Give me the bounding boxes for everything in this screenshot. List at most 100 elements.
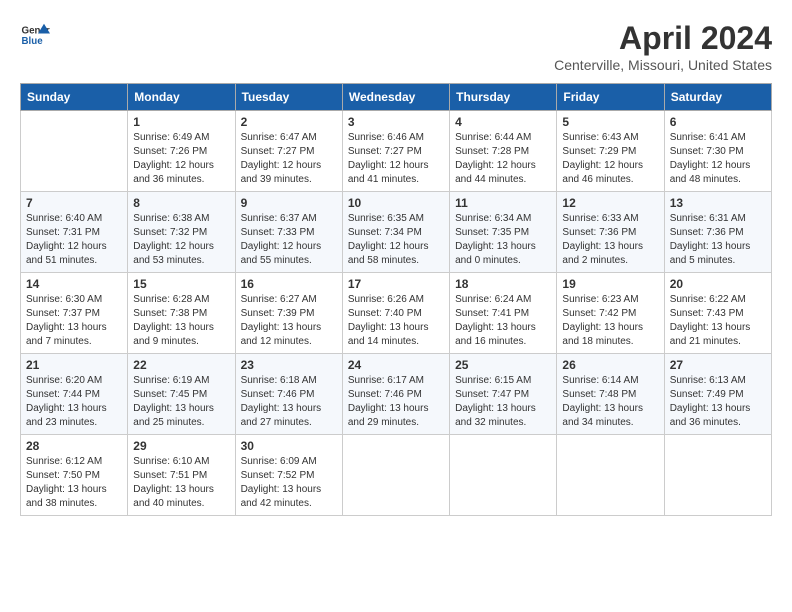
day-number: 17 (348, 277, 444, 291)
day-info: Sunrise: 6:40 AMSunset: 7:31 PMDaylight:… (26, 212, 122, 268)
day-info: Sunrise: 6:49 AMSunset: 7:26 PMDaylight:… (133, 131, 229, 187)
calendar-cell (342, 435, 449, 516)
location-label: Centerville, Missouri, United States (554, 57, 772, 73)
title-block: April 2024 Centerville, Missouri, United… (554, 20, 772, 73)
day-number: 8 (133, 196, 229, 210)
day-info: Sunrise: 6:18 AMSunset: 7:46 PMDaylight:… (241, 374, 337, 430)
day-number: 16 (241, 277, 337, 291)
day-info: Sunrise: 6:20 AMSunset: 7:44 PMDaylight:… (26, 374, 122, 430)
calendar-table: SundayMondayTuesdayWednesdayThursdayFrid… (20, 83, 772, 516)
calendar-cell: 9Sunrise: 6:37 AMSunset: 7:33 PMDaylight… (235, 192, 342, 273)
day-info: Sunrise: 6:41 AMSunset: 7:30 PMDaylight:… (670, 131, 766, 187)
day-number: 10 (348, 196, 444, 210)
calendar-cell: 19 Sunrise: 6:23 AMSunset: 7:42 PMDayligh… (557, 273, 664, 354)
day-number: 6 (670, 115, 766, 129)
calendar-cell: 26 Sunrise: 6:14 AMSunset: 7:48 PMDayligh… (557, 354, 664, 435)
calendar-cell: 8 Sunrise: 6:38 AMSunset: 7:32 PMDaylight… (128, 192, 235, 273)
day-number: 29 (133, 439, 229, 453)
day-info: Sunrise: 6:34 AMSunset: 7:35 PMDaylight:… (455, 212, 551, 268)
day-info: Sunrise: 6:13 AMSunset: 7:49 PMDaylight:… (670, 374, 766, 430)
calendar-cell: 7 Sunrise: 6:40 AMSunset: 7:31 PMDaylight… (21, 192, 128, 273)
weekday-header: Thursday (450, 84, 557, 111)
calendar-cell (21, 111, 128, 192)
day-number: 23 (241, 358, 337, 372)
day-info: Sunrise: 6:22 AMSunset: 7:43 PMDaylight:… (670, 293, 766, 349)
calendar-cell: 18 Sunrise: 6:24 AMSunset: 7:41 PMDayligh… (450, 273, 557, 354)
weekday-header: Monday (128, 84, 235, 111)
day-number: 24 (348, 358, 444, 372)
day-number: 12 (562, 196, 658, 210)
day-number: 25 (455, 358, 551, 372)
weekday-header-row: SundayMondayTuesdayWednesdayThursdayFrid… (21, 84, 772, 111)
day-number: 15 (133, 277, 229, 291)
calendar-week-row: 14Sunrise: 6:30 AMSunset: 7:37 PMDayligh… (21, 273, 772, 354)
calendar-cell: 27 Sunrise: 6:13 AMSunset: 7:49 PMDayligh… (664, 354, 771, 435)
calendar-cell: 16 Sunrise: 6:27 AMSunset: 7:39 PMDayligh… (235, 273, 342, 354)
day-info: Sunrise: 6:24 AMSunset: 7:41 PMDaylight:… (455, 293, 551, 349)
calendar-cell: 5 Sunrise: 6:43 AMSunset: 7:29 PMDaylight… (557, 111, 664, 192)
page-header: GeneralBlue April 2024 Centerville, Miss… (20, 20, 772, 73)
day-number: 2 (241, 115, 337, 129)
weekday-header: Wednesday (342, 84, 449, 111)
weekday-header: Friday (557, 84, 664, 111)
month-title: April 2024 (554, 20, 772, 57)
day-info: Sunrise: 6:33 AMSunset: 7:36 PMDaylight:… (562, 212, 658, 268)
day-number: 28 (26, 439, 122, 453)
calendar-cell: 15Sunrise: 6:28 AMSunset: 7:38 PMDayligh… (128, 273, 235, 354)
calendar-cell (450, 435, 557, 516)
day-info: Sunrise: 6:26 AMSunset: 7:40 PMDaylight:… (348, 293, 444, 349)
day-number: 30 (241, 439, 337, 453)
day-number: 19 (562, 277, 658, 291)
calendar-week-row: 7 Sunrise: 6:40 AMSunset: 7:31 PMDaylight… (21, 192, 772, 273)
calendar-cell: 2 Sunrise: 6:47 AMSunset: 7:27 PMDaylight… (235, 111, 342, 192)
day-info: Sunrise: 6:15 AMSunset: 7:47 PMDaylight:… (455, 374, 551, 430)
calendar-week-row: 21 Sunrise: 6:20 AMSunset: 7:44 PMDayligh… (21, 354, 772, 435)
calendar-cell: 20 Sunrise: 6:22 AMSunset: 7:43 PMDayligh… (664, 273, 771, 354)
calendar-cell: 12 Sunrise: 6:33 AMSunset: 7:36 PMDayligh… (557, 192, 664, 273)
day-number: 3 (348, 115, 444, 129)
weekday-header: Tuesday (235, 84, 342, 111)
calendar-cell: 13 Sunrise: 6:31 AMSunset: 7:36 PMDayligh… (664, 192, 771, 273)
day-info: Sunrise: 6:27 AMSunset: 7:39 PMDaylight:… (241, 293, 337, 349)
calendar-cell: 23 Sunrise: 6:18 AMSunset: 7:46 PMDayligh… (235, 354, 342, 435)
day-number: 26 (562, 358, 658, 372)
day-number: 21 (26, 358, 122, 372)
calendar-cell: 3 Sunrise: 6:46 AMSunset: 7:27 PMDaylight… (342, 111, 449, 192)
calendar-cell: 17 Sunrise: 6:26 AMSunset: 7:40 PMDayligh… (342, 273, 449, 354)
day-number: 1 (133, 115, 229, 129)
svg-text:Blue: Blue (22, 36, 44, 47)
day-number: 20 (670, 277, 766, 291)
day-info: Sunrise: 6:38 AMSunset: 7:32 PMDaylight:… (133, 212, 229, 268)
calendar-cell: 29 Sunrise: 6:10 AMSunset: 7:51 PMDayligh… (128, 435, 235, 516)
day-number: 9 (241, 196, 337, 210)
calendar-cell: 10Sunrise: 6:35 AMSunset: 7:34 PMDayligh… (342, 192, 449, 273)
day-number: 13 (670, 196, 766, 210)
day-number: 22 (133, 358, 229, 372)
calendar-cell: 28Sunrise: 6:12 AMSunset: 7:50 PMDayligh… (21, 435, 128, 516)
day-number: 27 (670, 358, 766, 372)
day-info: Sunrise: 6:17 AMSunset: 7:46 PMDaylight:… (348, 374, 444, 430)
day-number: 18 (455, 277, 551, 291)
calendar-cell: 30Sunrise: 6:09 AMSunset: 7:52 PMDayligh… (235, 435, 342, 516)
calendar-cell: 24 Sunrise: 6:17 AMSunset: 7:46 PMDayligh… (342, 354, 449, 435)
calendar-cell: 11Sunrise: 6:34 AMSunset: 7:35 PMDayligh… (450, 192, 557, 273)
calendar-week-row: 1 Sunrise: 6:49 AMSunset: 7:26 PMDaylight… (21, 111, 772, 192)
logo-icon: GeneralBlue (20, 20, 50, 50)
calendar-week-row: 28Sunrise: 6:12 AMSunset: 7:50 PMDayligh… (21, 435, 772, 516)
day-info: Sunrise: 6:46 AMSunset: 7:27 PMDaylight:… (348, 131, 444, 187)
calendar-cell: 4Sunrise: 6:44 AMSunset: 7:28 PMDaylight… (450, 111, 557, 192)
day-info: Sunrise: 6:14 AMSunset: 7:48 PMDaylight:… (562, 374, 658, 430)
day-number: 7 (26, 196, 122, 210)
calendar-cell: 25 Sunrise: 6:15 AMSunset: 7:47 PMDayligh… (450, 354, 557, 435)
day-info: Sunrise: 6:47 AMSunset: 7:27 PMDaylight:… (241, 131, 337, 187)
day-number: 5 (562, 115, 658, 129)
day-info: Sunrise: 6:43 AMSunset: 7:29 PMDaylight:… (562, 131, 658, 187)
day-info: Sunrise: 6:44 AMSunset: 7:28 PMDaylight:… (455, 131, 551, 187)
calendar-cell: 21 Sunrise: 6:20 AMSunset: 7:44 PMDayligh… (21, 354, 128, 435)
day-number: 14 (26, 277, 122, 291)
day-info: Sunrise: 6:23 AMSunset: 7:42 PMDaylight:… (562, 293, 658, 349)
day-info: Sunrise: 6:10 AMSunset: 7:51 PMDaylight:… (133, 455, 229, 511)
calendar-cell: 14Sunrise: 6:30 AMSunset: 7:37 PMDayligh… (21, 273, 128, 354)
day-info: Sunrise: 6:31 AMSunset: 7:36 PMDaylight:… (670, 212, 766, 268)
day-info: Sunrise: 6:19 AMSunset: 7:45 PMDaylight:… (133, 374, 229, 430)
